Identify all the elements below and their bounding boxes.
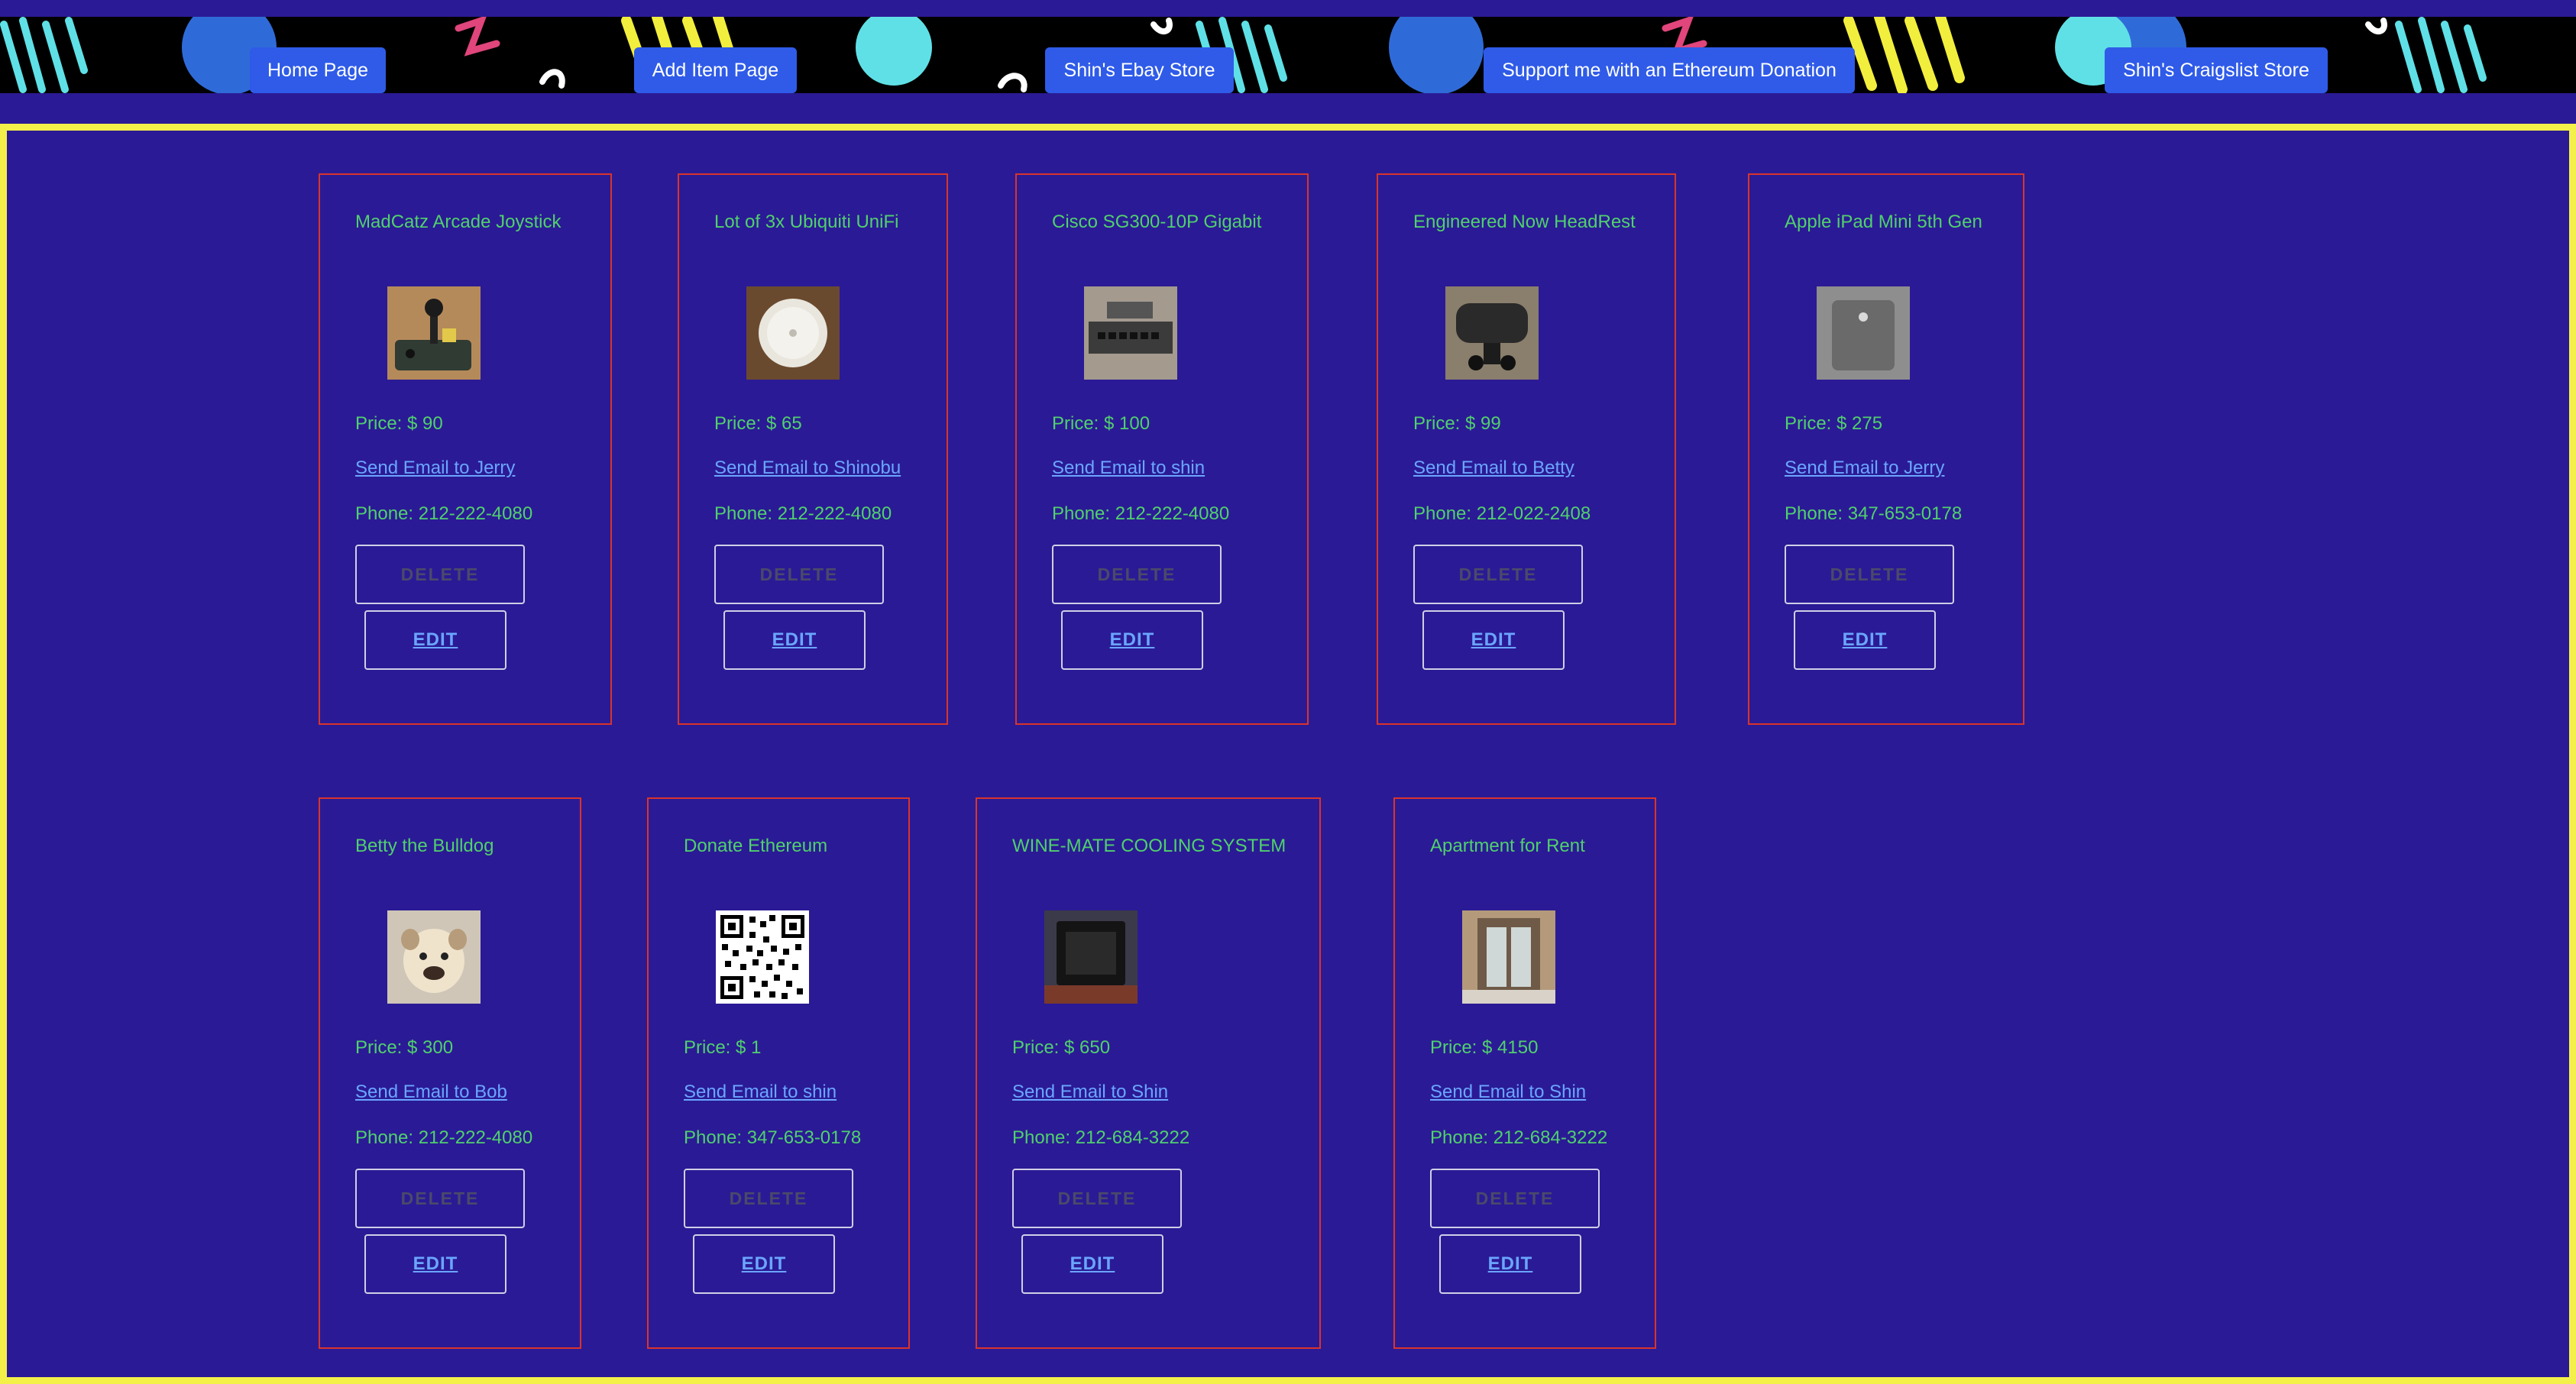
headrest-photo xyxy=(1445,286,1539,380)
header-banner: Home Page Add Item Page Shin's Ebay Stor… xyxy=(0,17,2576,93)
send-email-link[interactable]: Send Email to Betty xyxy=(1413,458,1574,479)
item-phone: Phone: 212-222-4080 xyxy=(355,503,533,524)
item-phone: Phone: 212-684-3222 xyxy=(1430,1127,1608,1148)
home-page-button[interactable]: Home Page xyxy=(250,47,386,93)
item-card: Lot of 3x Ubiquiti UniFi Price: $ 65 Send … xyxy=(678,173,948,725)
add-item-page-button[interactable]: Add Item Page xyxy=(634,47,797,93)
item-card: Cisco SG300-10P Gigabit Price: $ 100 Send … xyxy=(1015,173,1309,725)
item-card: Apartment for Rent Price: $ 4150 Send Emai… xyxy=(1393,797,1656,1349)
wine-cooler-photo xyxy=(1044,910,1138,1004)
ebay-store-button[interactable]: Shin's Ebay Store xyxy=(1045,47,1234,93)
delete-button[interactable]: DELETE xyxy=(1413,545,1583,604)
item-card: Engineered Now HeadRest Price: $ 99 Send E… xyxy=(1377,173,1676,725)
item-price: Price: $ 99 xyxy=(1413,413,1501,434)
edit-button[interactable]: EDIT xyxy=(1021,1234,1163,1294)
item-price: Price: $ 100 xyxy=(1052,413,1150,434)
item-phone: Phone: 212-222-4080 xyxy=(1052,503,1230,524)
edit-button[interactable]: EDIT xyxy=(723,610,866,670)
item-title: WINE-MATE COOLING SYSTEM xyxy=(1012,836,1286,856)
item-card: WINE-MATE COOLING SYSTEM Price: $ 650 Send… xyxy=(976,797,1321,1349)
item-title: Cisco SG300-10P Gigabit xyxy=(1052,212,1262,232)
apartment-lobby-photo xyxy=(1462,910,1555,1004)
item-title: Betty the Bulldog xyxy=(355,836,494,856)
send-email-link[interactable]: Send Email to Jerry xyxy=(1785,458,1944,479)
delete-button[interactable]: DELETE xyxy=(1785,545,1954,604)
send-email-link[interactable]: Send Email to Jerry xyxy=(355,458,515,479)
edit-button[interactable]: EDIT xyxy=(364,1234,506,1294)
item-phone: Phone: 347-653-0178 xyxy=(1785,503,1963,524)
item-phone: Phone: 212-222-4080 xyxy=(355,1127,533,1148)
send-email-link[interactable]: Send Email to Shinobu xyxy=(714,458,901,479)
item-card: MadCatz Arcade Joystick Price: $ 90 Send E… xyxy=(319,173,612,725)
send-email-link[interactable]: Send Email to Shin xyxy=(1012,1082,1168,1103)
item-price: Price: $ 650 xyxy=(1012,1037,1111,1058)
delete-button[interactable]: DELETE xyxy=(1430,1169,1600,1228)
edit-button[interactable]: EDIT xyxy=(1061,610,1203,670)
item-title: Lot of 3x Ubiquiti UniFi xyxy=(714,212,899,232)
send-email-link[interactable]: Send Email to Bob xyxy=(355,1082,507,1103)
delete-button[interactable]: DELETE xyxy=(714,545,884,604)
wifi-access-point-photo xyxy=(746,286,840,380)
item-title: Engineered Now HeadRest xyxy=(1413,212,1636,232)
item-title: MadCatz Arcade Joystick xyxy=(355,212,561,232)
delete-button[interactable]: DELETE xyxy=(1012,1169,1182,1228)
item-title: Donate Ethereum xyxy=(684,836,828,856)
send-email-link[interactable]: Send Email to shin xyxy=(1052,458,1205,479)
header-bottom-strip xyxy=(0,93,2576,124)
item-price: Price: $ 300 xyxy=(355,1037,454,1058)
header-top-strip xyxy=(0,0,2576,17)
edit-button[interactable]: EDIT xyxy=(1422,610,1565,670)
item-title: Apple iPad Mini 5th Gen xyxy=(1785,212,1982,232)
joystick-photo xyxy=(387,286,481,380)
edit-button[interactable]: EDIT xyxy=(364,610,506,670)
network-switch-photo xyxy=(1084,286,1177,380)
item-phone: Phone: 212-022-2408 xyxy=(1413,503,1591,524)
item-card: Betty the Bulldog Price: $ 300 Send Email … xyxy=(319,797,581,1349)
send-email-link[interactable]: Send Email to Shin xyxy=(1430,1082,1586,1103)
delete-button[interactable]: DELETE xyxy=(684,1169,853,1228)
bulldog-photo xyxy=(387,910,481,1004)
item-card: Apple iPad Mini 5th Gen Price: $ 275 Send … xyxy=(1748,173,2024,725)
item-phone: Phone: 212-222-4080 xyxy=(714,503,892,524)
craigslist-store-button[interactable]: Shin's Craigslist Store xyxy=(2105,47,2328,93)
item-phone: Phone: 212-684-3222 xyxy=(1012,1127,1190,1148)
item-card: Donate Ethereum Price: $ 1 Send Email to s… xyxy=(647,797,910,1349)
edit-button[interactable]: EDIT xyxy=(1439,1234,1581,1294)
ipad-photo xyxy=(1817,286,1910,380)
listings-panel: MadCatz Arcade Joystick Price: $ 90 Send E… xyxy=(0,124,2576,1384)
ethereum-donation-button[interactable]: Support me with an Ethereum Donation xyxy=(1484,47,1855,93)
item-title: Apartment for Rent xyxy=(1430,836,1585,856)
qr-code xyxy=(716,910,809,1004)
edit-button[interactable]: EDIT xyxy=(1794,610,1936,670)
item-price: Price: $ 90 xyxy=(355,413,443,434)
item-price: Price: $ 275 xyxy=(1785,413,1883,434)
delete-button[interactable]: DELETE xyxy=(1052,545,1222,604)
delete-button[interactable]: DELETE xyxy=(355,545,525,604)
item-price: Price: $ 4150 xyxy=(1430,1037,1539,1058)
delete-button[interactable]: DELETE xyxy=(355,1169,525,1228)
edit-button[interactable]: EDIT xyxy=(693,1234,835,1294)
item-phone: Phone: 347-653-0178 xyxy=(684,1127,862,1148)
item-price: Price: $ 1 xyxy=(684,1037,762,1058)
send-email-link[interactable]: Send Email to shin xyxy=(684,1082,837,1103)
item-price: Price: $ 65 xyxy=(714,413,802,434)
